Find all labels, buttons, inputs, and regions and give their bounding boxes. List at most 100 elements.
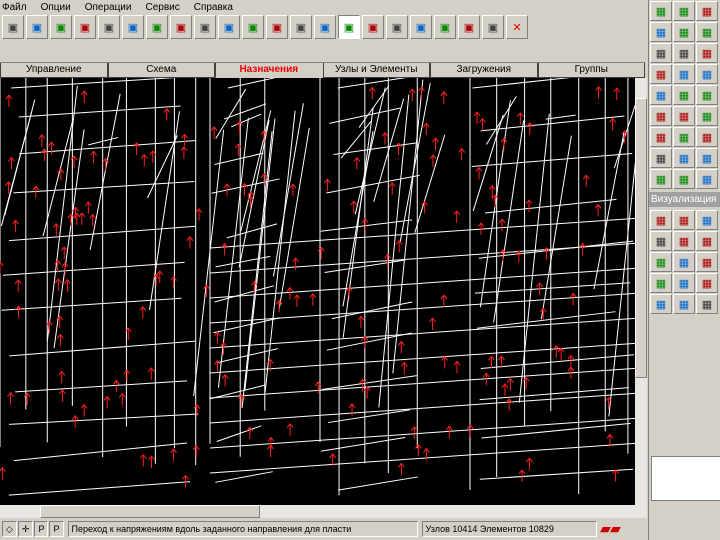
spin-button[interactable]: ▦ [650, 210, 672, 230]
query-r-button[interactable]: ▦ [673, 43, 695, 63]
move-icon: ▦ [678, 214, 690, 227]
tab-3[interactable]: Узлы и Элементы [322, 63, 430, 78]
elem-num-button[interactable]: ▦ [673, 106, 695, 126]
box3-button[interactable]: ▦ [696, 231, 718, 251]
hinge2-icon: ▦ [701, 110, 713, 123]
weight-button[interactable]: ▦ [673, 127, 695, 147]
model-view-canvas[interactable] [0, 78, 635, 505]
tab-5[interactable]: Группы [537, 63, 645, 78]
tab-4[interactable]: Загружения [430, 63, 538, 78]
node-button[interactable]: ▣ [146, 15, 168, 39]
chart-button[interactable]: ▦ [696, 148, 718, 168]
ball-button[interactable]: ▦ [696, 273, 718, 293]
frame3-button[interactable]: ▦ [696, 85, 718, 105]
cube2-button[interactable]: ▦ [673, 252, 695, 272]
query3-button[interactable]: ▦ [696, 22, 718, 42]
list-button[interactable]: ▦ [696, 127, 718, 147]
local-axes-button[interactable]: ▣ [290, 15, 312, 39]
plate-button[interactable]: ▣ [2, 15, 24, 39]
slab-button[interactable]: ▣ [50, 15, 72, 39]
mode-button[interactable]: P [49, 521, 64, 537]
wall-button[interactable]: ▣ [26, 15, 48, 39]
node-num-button[interactable]: ▦ [650, 106, 672, 126]
structural-model[interactable] [0, 78, 635, 505]
grid2-button[interactable]: ▦ [696, 169, 718, 189]
element-edge [211, 178, 280, 194]
element-edge [3, 261, 185, 276]
beam-button[interactable]: ▦ [696, 43, 718, 63]
element-edge [8, 413, 199, 425]
query2-button[interactable]: ▦ [673, 22, 695, 42]
scale-button[interactable]: ▦ [673, 148, 695, 168]
frame-button[interactable]: ▦ [650, 85, 672, 105]
axes3-button[interactable]: ▦ [696, 64, 718, 84]
pencil-button[interactable]: ▦ [650, 1, 672, 21]
load-button[interactable]: ▣ [314, 15, 336, 39]
menu-item[interactable]: Операции [85, 2, 132, 13]
link-button[interactable]: ▣ [194, 15, 216, 39]
visualization-panel-title: Визуализация [649, 192, 720, 207]
mode-button[interactable]: ◇ [2, 521, 17, 537]
horizontal-scroll-thumb[interactable] [40, 505, 260, 518]
rigid-button[interactable]: ▣ [242, 15, 264, 39]
tab-1[interactable]: Схема [107, 63, 215, 78]
move2-icon: ▦ [701, 214, 713, 227]
box2-icon: ▦ [678, 235, 690, 248]
grid-button[interactable]: ▣ [218, 15, 240, 39]
box-button[interactable]: ▦ [650, 231, 672, 251]
palette-button[interactable]: ▦ [696, 294, 718, 314]
menu-button[interactable]: ▦ [696, 252, 718, 272]
status-bar: ◇ ✛ P P Переход к напряжениям вдоль заданно… [0, 518, 648, 540]
frame2-button[interactable]: ▦ [673, 85, 695, 105]
horizontal-scrollbar[interactable] [0, 505, 635, 518]
vertical-scrollbar[interactable] [635, 78, 647, 518]
color-map-button[interactable]: ▣ [338, 15, 360, 39]
check-button[interactable]: ▣ [482, 15, 504, 39]
menu-item[interactable]: Сервис [145, 2, 179, 13]
move2-button[interactable]: ▦ [696, 210, 718, 230]
light-button[interactable]: ▦ [673, 273, 695, 293]
table-button[interactable]: ▣ [410, 15, 432, 39]
curve-button[interactable]: ▣ [434, 15, 456, 39]
axes2-button[interactable]: ▦ [673, 64, 695, 84]
hinge-button[interactable]: ▣ [122, 15, 144, 39]
hinge2-button[interactable]: ▦ [696, 106, 718, 126]
delete-button[interactable]: ✕ [506, 15, 528, 39]
section-button[interactable]: ▣ [74, 15, 96, 39]
mode-button[interactable]: P [34, 521, 49, 537]
coords-button[interactable]: ▦ [650, 169, 672, 189]
menu-item[interactable]: Справка [194, 2, 233, 13]
cut-button[interactable]: ▦ [650, 148, 672, 168]
query-t-button[interactable]: ▦ [650, 43, 672, 63]
cube-button[interactable]: ▦ [696, 1, 718, 21]
menu-item[interactable]: Файл [2, 2, 27, 13]
bar-button[interactable]: ▣ [170, 15, 192, 39]
coords-icon: ▦ [655, 173, 667, 186]
frame4-button[interactable]: ▦ [650, 252, 672, 272]
query3-icon: ▦ [701, 26, 713, 39]
eraser-button[interactable]: ▦ [673, 1, 695, 21]
move-button[interactable]: ▦ [673, 210, 695, 230]
box2-button[interactable]: ▦ [673, 231, 695, 251]
query-t-icon: ▦ [655, 47, 667, 60]
vertical-scroll-thumb[interactable] [635, 98, 647, 378]
flag-button[interactable]: ▦ [650, 127, 672, 147]
element-edge [545, 114, 576, 120]
transfer-button[interactable]: ▣ [386, 15, 408, 39]
support-button[interactable]: ▣ [98, 15, 120, 39]
camera-button[interactable]: ▦ [650, 273, 672, 293]
query-button[interactable]: ▦ [650, 22, 672, 42]
tab-0[interactable]: Управление [0, 63, 108, 78]
side-toolbar: ▦ ▦ ▦ ▦ ▦ ▦ ▦ ▦ ▦ ▦ ▦ ▦ ▦ ▦ ▦ ▦ ▦ ▦ ▦ ▦ ▦ ▦ ▦ ▦ ▦ ▦ ▦ Визуализация… [648, 0, 720, 540]
nodes-button[interactable]: ▣ [266, 15, 288, 39]
axes-button[interactable]: ▦ [650, 64, 672, 84]
mode-button[interactable]: ✛ [17, 521, 34, 537]
menu-item[interactable]: Опции [41, 2, 71, 13]
color-button[interactable]: ▦ [650, 294, 672, 314]
table2-button[interactable]: ▦ [673, 169, 695, 189]
color-map2-button[interactable]: ▣ [362, 15, 384, 39]
grid3-button[interactable]: ▦ [673, 294, 695, 314]
element-edge [321, 375, 417, 391]
layer-button[interactable]: ▣ [458, 15, 480, 39]
tab-2[interactable]: Назначения [215, 63, 323, 78]
